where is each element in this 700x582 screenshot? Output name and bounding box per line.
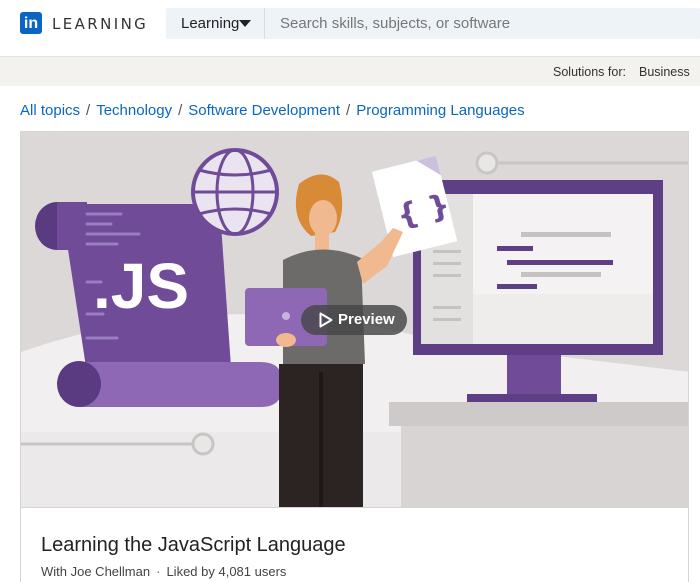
solutions-for-label: Solutions for: bbox=[553, 65, 626, 79]
preview-label: Preview bbox=[338, 311, 395, 328]
likes-count: Liked by 4,081 users bbox=[166, 564, 287, 579]
breadcrumb-all-topics[interactable]: All topics bbox=[20, 102, 80, 119]
course-title[interactable]: Learning the JavaScript Language bbox=[41, 534, 346, 557]
search-bar: Learning bbox=[166, 8, 700, 39]
breadcrumb-programming-languages[interactable]: Programming Languages bbox=[356, 102, 524, 119]
breadcrumb-separator: / bbox=[178, 102, 183, 119]
course-preview-banner[interactable]: .JS {} Preview bbox=[20, 131, 689, 508]
breadcrumb-software-development[interactable]: Software Development bbox=[188, 102, 340, 119]
course-meta: With Joe Chellman · Liked by 4,081 users bbox=[41, 564, 286, 579]
breadcrumb: All topics / Technology / Software Developme… bbox=[20, 102, 525, 119]
solutions-bar: Solutions for: Business bbox=[0, 56, 700, 86]
linkedin-logo-icon[interactable]: in bbox=[20, 12, 42, 34]
caret-down-icon bbox=[239, 20, 251, 27]
play-icon bbox=[319, 312, 333, 328]
search-category-dropdown[interactable]: Learning bbox=[166, 8, 265, 39]
search-input[interactable] bbox=[280, 8, 700, 39]
breadcrumb-technology[interactable]: Technology bbox=[96, 102, 172, 119]
top-navigation-bar: in LEARNING Learning bbox=[0, 0, 700, 47]
author-link[interactable]: With Joe Chellman bbox=[41, 564, 150, 579]
meta-separator: · bbox=[156, 564, 161, 579]
business-link[interactable]: Business bbox=[639, 65, 690, 79]
learning-logo-text[interactable]: LEARNING bbox=[52, 15, 148, 33]
course-info: Learning the JavaScript Language With Jo… bbox=[20, 508, 689, 582]
preview-button[interactable]: Preview bbox=[301, 305, 407, 335]
breadcrumb-separator: / bbox=[86, 102, 91, 119]
search-category-label: Learning bbox=[181, 15, 240, 32]
js-text: .JS bbox=[93, 250, 189, 322]
breadcrumb-separator: / bbox=[346, 102, 351, 119]
